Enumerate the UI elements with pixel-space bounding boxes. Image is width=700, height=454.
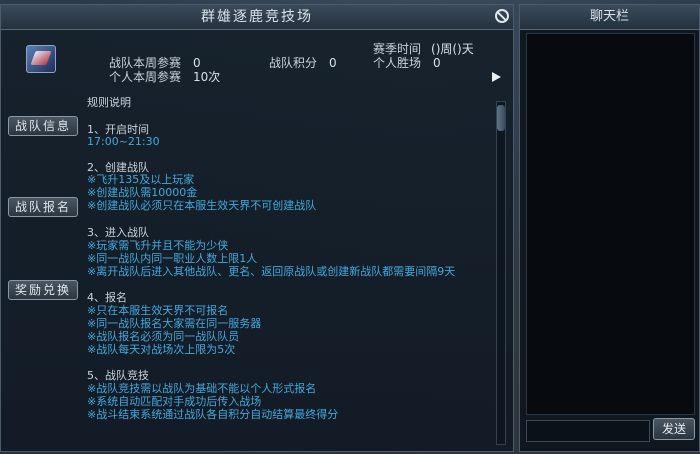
rules-title: 规则说明 (87, 97, 131, 109)
personal-weekly-label: 个人本周参赛 (109, 70, 182, 84)
list-item: ※只在本服生效天界不可报名 (87, 304, 229, 317)
team-points-label: 战队积分 (269, 56, 318, 70)
chat-title: 聊天栏 (520, 5, 699, 30)
list-item: ※战队报名必须为同一战队队员 (87, 330, 240, 343)
chat-messages-area[interactable] (526, 33, 695, 415)
next-page-icon[interactable] (492, 72, 501, 82)
arena-title: 群雄逐鹿竞技场 (1, 5, 513, 30)
team-points-stat: 战队积分 0 (269, 54, 337, 71)
personal-wins-stat: 个人胜场 0 (373, 54, 441, 71)
reward-exchange-button[interactable]: 奖励兑换 (8, 280, 78, 300)
list-item: ※创建战队必须只在本服生效天界不可创建战队 (87, 199, 317, 212)
list-item: ※系统自动匹配对手成功后传入战场 (87, 395, 262, 408)
list-item: ※玩家需飞升并且不能为少侠 (87, 239, 229, 252)
list-item: ※离开战队后进入其他战队、更名、返回原战队或创建新战队都需要间隔9天 (87, 265, 456, 278)
send-button[interactable]: 发送 (653, 418, 695, 440)
team-points-value: 0 (329, 56, 337, 70)
personal-weekly-stat: 个人本周参赛 10次 (109, 68, 220, 85)
section-signup-title: 4、报名 (87, 291, 127, 304)
list-item: ※战队竞技需以战队为基础不能以个人形式报名 (87, 382, 317, 395)
personal-weekly-value: 10次 (193, 70, 221, 84)
personal-wins-value: 0 (433, 56, 441, 70)
arena-panel: 群雄逐鹿竞技场 战队本周参赛 0 战队积分 0 赛季时间 ()周()天 个人胜场 0 个… (0, 4, 514, 452)
close-icon[interactable] (495, 9, 509, 23)
list-item: ※飞升135及以上玩家 (87, 173, 195, 186)
list-item: ※同一战队内同一职业人数上限1人 (87, 252, 258, 265)
list-item: ※创建战队需10000金 (87, 186, 198, 199)
team-emblem-icon (26, 45, 56, 73)
chat-input[interactable] (526, 420, 650, 442)
list-item: ※战队每天对战场次上限为5次 (87, 343, 236, 356)
team-signup-button[interactable]: 战队报名 (8, 197, 78, 217)
list-item: ※战斗结束系统通过战队各自积分自动结算最终得分 (87, 408, 339, 421)
scrollbar-thumb[interactable] (497, 105, 505, 131)
list-item: ※同一战队报名大家需在同一服务器 (87, 317, 262, 330)
rules-scrollbar[interactable] (496, 101, 506, 445)
rules-text-area: 规则说明 1、开启时间 17:00~21:30 2、创建战队 ※飞升135及以上… (87, 97, 491, 447)
section-join-team-title: 3、进入战队 (87, 226, 149, 239)
open-time-value: 17:00~21:30 (87, 135, 160, 148)
section-team-battle-title: 5、战队竞技 (87, 369, 149, 382)
chat-panel: 聊天栏 发送 (519, 4, 700, 452)
personal-wins-label: 个人胜场 (373, 56, 422, 70)
team-info-button[interactable]: 战队信息 (8, 116, 78, 136)
